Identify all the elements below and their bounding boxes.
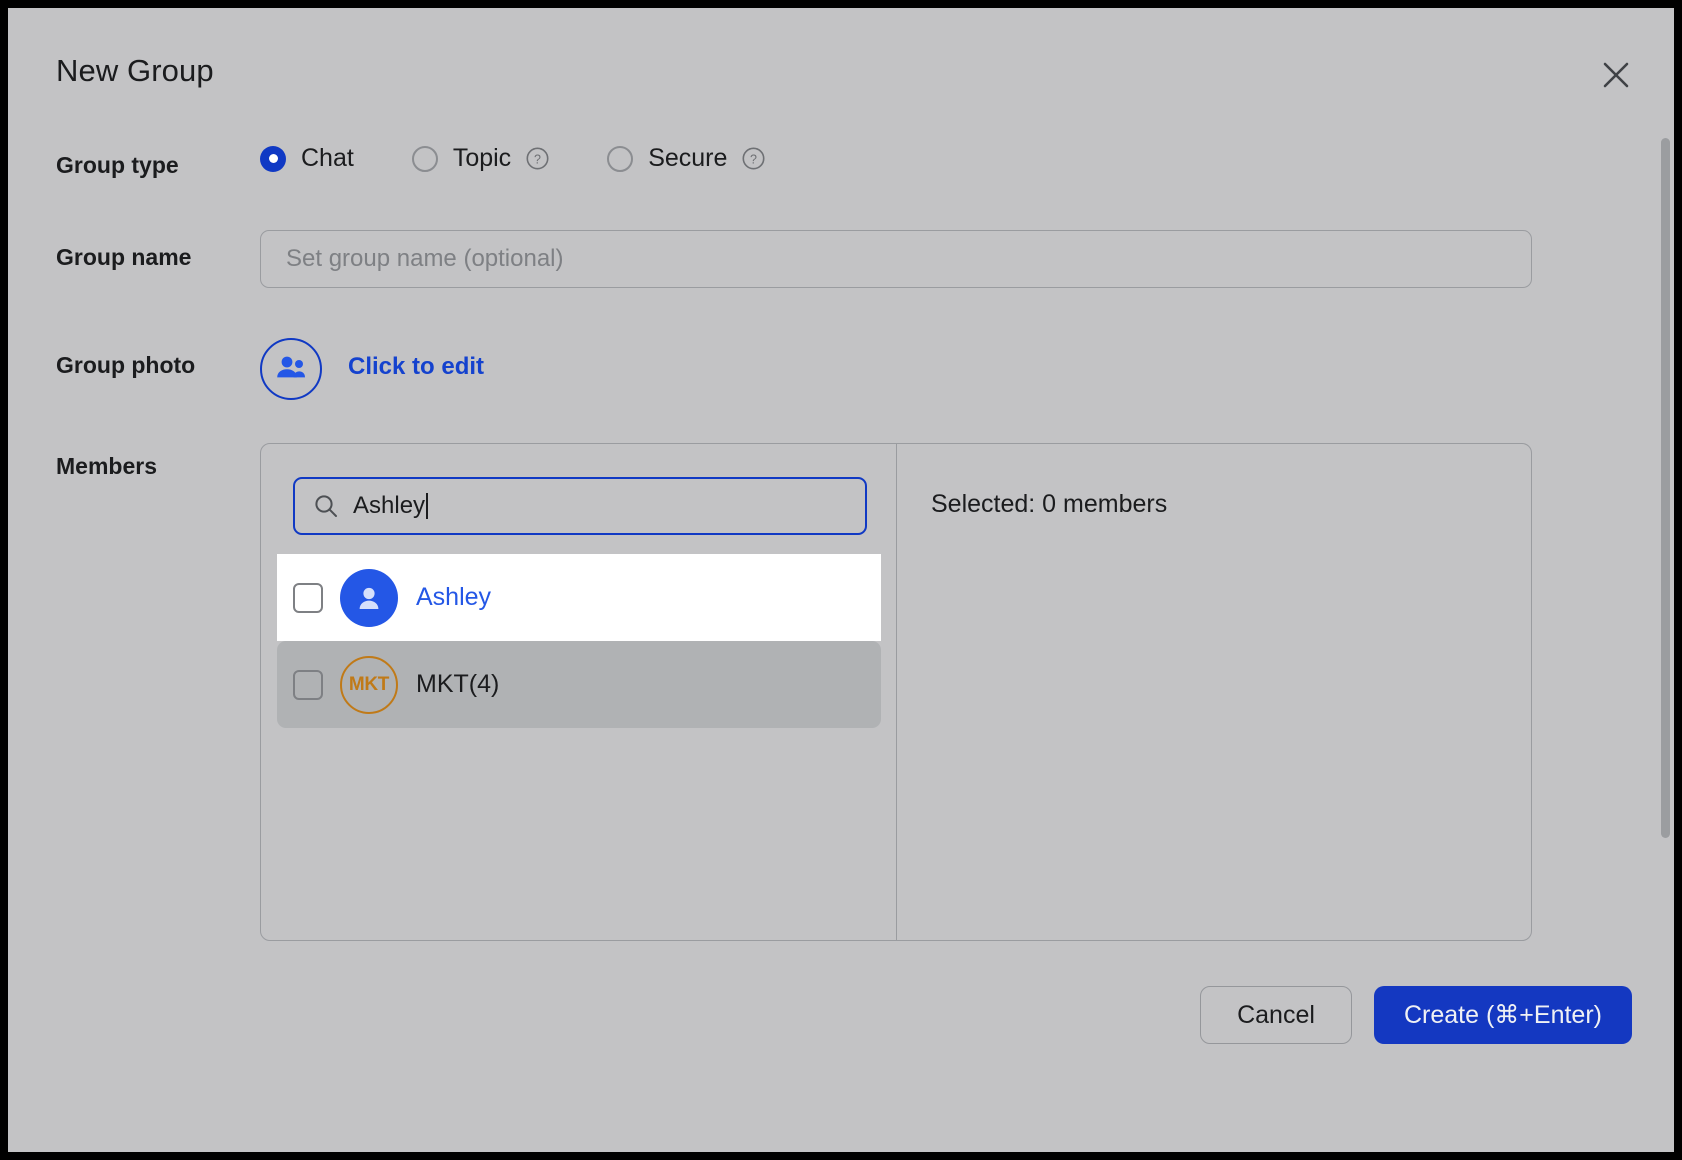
group-type-radio-group: Chat Topic ? Secure	[260, 144, 765, 173]
radio-option-secure[interactable]: Secure ?	[607, 144, 765, 173]
member-search-value: Ashley	[353, 492, 425, 520]
member-checkbox-ashley[interactable]	[293, 583, 323, 613]
create-button[interactable]: Create (⌘+Enter)	[1374, 986, 1632, 1044]
help-icon-secure[interactable]: ?	[742, 147, 765, 170]
group-name-input[interactable]: Set group name (optional)	[260, 230, 1532, 288]
list-item-label: Ashley	[416, 583, 491, 612]
radio-icon-secure[interactable]	[607, 146, 633, 172]
group-type-label: Group type	[56, 152, 179, 179]
group-photo-row: Group photo Click to edit	[8, 338, 1674, 394]
radio-label-secure: Secure	[648, 144, 727, 173]
radio-icon-chat[interactable]	[260, 146, 286, 172]
members-selected-pane: Selected: 0 members	[897, 444, 1531, 940]
close-icon	[1601, 60, 1631, 90]
page-title: New Group	[56, 53, 214, 89]
selected-members-summary: Selected: 0 members	[931, 490, 1167, 519]
group-photo-edit-link[interactable]: Click to edit	[348, 353, 484, 381]
list-item[interactable]: Ashley	[277, 554, 881, 641]
group-name-label: Group name	[56, 244, 191, 271]
radio-label-topic: Topic	[453, 144, 511, 173]
dialog-footer: Cancel Create (⌘+Enter)	[1200, 986, 1632, 1044]
members-search-pane: Ashley Ashley	[261, 444, 897, 940]
list-item-count: (4)	[469, 670, 500, 699]
close-button[interactable]	[1594, 53, 1638, 97]
radio-option-topic[interactable]: Topic ?	[412, 144, 549, 173]
svg-text:?: ?	[534, 152, 541, 166]
radio-option-chat[interactable]: Chat	[260, 144, 354, 173]
list-item[interactable]: MKT MKT(4)	[277, 641, 881, 728]
group-people-icon	[275, 354, 307, 385]
group-photo-label: Group photo	[56, 352, 195, 379]
group-type-row: Group type Chat Topic ?	[8, 144, 1674, 188]
members-label: Members	[56, 453, 157, 480]
avatar: MKT	[340, 656, 398, 714]
members-panel: Ashley Ashley	[260, 443, 1532, 941]
svg-text:?: ?	[750, 152, 757, 166]
group-photo-avatar-button[interactable]	[260, 338, 322, 400]
radio-icon-topic[interactable]	[412, 146, 438, 172]
new-group-dialog: New Group Group type Chat	[8, 8, 1674, 1152]
avatar	[340, 569, 398, 627]
group-name-placeholder: Set group name (optional)	[286, 245, 564, 273]
member-search-input[interactable]: Ashley	[293, 477, 867, 535]
list-item-label: MKT	[416, 670, 469, 699]
radio-label-chat: Chat	[301, 144, 354, 173]
dialog-header: New Group	[8, 8, 1674, 118]
text-caret	[426, 493, 428, 519]
screenshot-root: New Group Group type Chat	[0, 0, 1682, 1160]
cancel-button[interactable]: Cancel	[1200, 986, 1352, 1044]
member-results-list: Ashley MKT MKT(4)	[277, 554, 881, 728]
help-icon-topic[interactable]: ?	[526, 147, 549, 170]
member-checkbox-mkt[interactable]	[293, 670, 323, 700]
search-icon	[313, 493, 339, 519]
group-name-row: Group name Set group name (optional)	[8, 230, 1674, 288]
